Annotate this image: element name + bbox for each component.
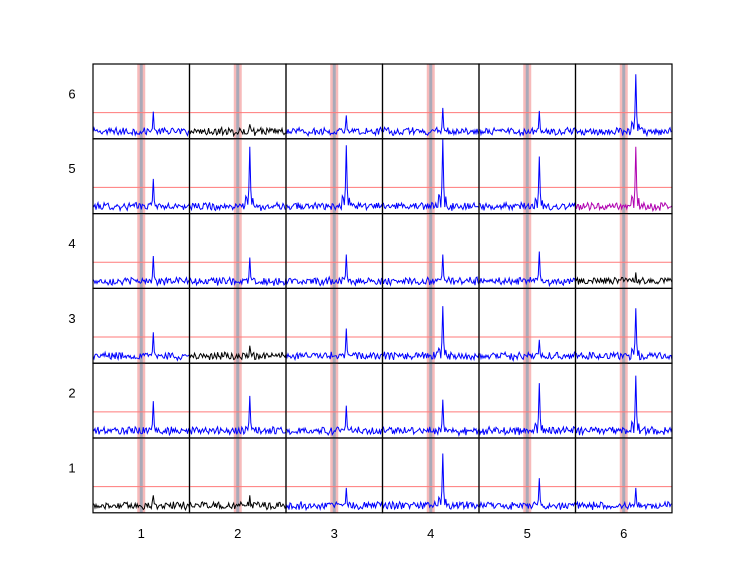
grid-cell bbox=[285, 362, 384, 439]
grid-cell bbox=[381, 437, 480, 514]
marker-band-core bbox=[332, 363, 336, 438]
grid-cell bbox=[188, 287, 287, 364]
grid-cell bbox=[285, 287, 384, 364]
grid-cell bbox=[285, 63, 384, 140]
marker-band-core bbox=[139, 363, 143, 438]
grid-cell bbox=[574, 138, 673, 215]
grid-cell bbox=[285, 213, 384, 290]
x-tick-label: 4 bbox=[427, 526, 434, 541]
marker-band-core bbox=[622, 138, 626, 214]
marker-band-core bbox=[139, 438, 143, 513]
grid-cell bbox=[574, 362, 673, 439]
grid-cell bbox=[92, 213, 191, 290]
x-tick-label: 3 bbox=[331, 526, 338, 541]
grid-cell bbox=[92, 287, 191, 364]
grid-cell bbox=[381, 287, 480, 364]
grid-cell bbox=[188, 138, 287, 215]
grid-cell bbox=[574, 63, 673, 140]
marker-band-core bbox=[236, 288, 240, 364]
marker-band-core bbox=[139, 138, 143, 214]
marker-band-core bbox=[332, 138, 336, 214]
grid-cell bbox=[92, 138, 191, 215]
marker-band-core bbox=[139, 288, 143, 364]
marker-band-core bbox=[525, 363, 529, 438]
marker-band-core bbox=[622, 288, 626, 364]
grid-cell bbox=[381, 362, 480, 439]
grid-cell bbox=[285, 138, 384, 215]
y-tick-label: 1 bbox=[68, 460, 75, 475]
marker-band-core bbox=[525, 138, 529, 214]
grid-cell bbox=[188, 213, 287, 290]
marker-band-core bbox=[332, 288, 336, 364]
x-tick-label: 2 bbox=[234, 526, 241, 541]
marker-band-core bbox=[622, 64, 626, 139]
y-tick-label: 4 bbox=[68, 236, 75, 251]
small-multiples-chart: 1 2 3 4 5 6 6 5 4 3 2 1 bbox=[68, 63, 673, 541]
grid-cell bbox=[188, 63, 287, 140]
marker-band-core bbox=[429, 363, 433, 438]
marker-band-core bbox=[429, 288, 433, 364]
grid-cell bbox=[574, 213, 673, 290]
y-tick-label: 2 bbox=[68, 386, 75, 401]
y-tick-label: 3 bbox=[68, 311, 75, 326]
marker-band-core bbox=[622, 363, 626, 438]
marker-band-core bbox=[139, 64, 143, 139]
marker-band-core bbox=[332, 438, 336, 513]
marker-band-core bbox=[429, 438, 433, 513]
grid-cell bbox=[285, 437, 384, 514]
grid-cell bbox=[188, 437, 287, 514]
cells-layer bbox=[92, 63, 673, 514]
marker-band-core bbox=[236, 64, 240, 139]
marker-band-core bbox=[236, 438, 240, 513]
marker-band-core bbox=[429, 64, 433, 139]
grid-cell bbox=[574, 287, 673, 364]
marker-band-core bbox=[429, 213, 433, 289]
grid-cell bbox=[92, 362, 191, 439]
marker-band-core bbox=[332, 64, 336, 139]
marker-band-core bbox=[525, 438, 529, 513]
grid-cell bbox=[381, 213, 480, 290]
labels-layer: 1 2 3 4 5 6 6 5 4 3 2 1 bbox=[68, 86, 627, 540]
grid-cell bbox=[478, 63, 577, 140]
marker-band-core bbox=[525, 213, 529, 289]
y-tick-label: 6 bbox=[68, 86, 75, 101]
x-tick-label: 6 bbox=[620, 526, 627, 541]
grid-cell bbox=[574, 437, 673, 514]
x-tick-label: 5 bbox=[524, 526, 531, 541]
x-tick-label: 1 bbox=[138, 526, 145, 541]
grid-cell bbox=[381, 63, 480, 140]
grid-cell bbox=[92, 63, 191, 140]
y-tick-label: 5 bbox=[68, 161, 75, 176]
marker-band-core bbox=[525, 64, 529, 139]
marker-band-core bbox=[236, 213, 240, 289]
grid-cell bbox=[381, 138, 480, 215]
marker-band-core bbox=[139, 213, 143, 289]
grid-cell bbox=[478, 437, 577, 514]
grid-cell bbox=[92, 437, 191, 514]
marker-band-core bbox=[332, 213, 336, 289]
grid-cell bbox=[478, 138, 577, 215]
grid-cell bbox=[478, 287, 577, 364]
marker-band-core bbox=[236, 138, 240, 214]
grid-cell bbox=[478, 362, 577, 439]
grid-cell bbox=[188, 362, 287, 439]
grid-cell bbox=[478, 213, 577, 290]
